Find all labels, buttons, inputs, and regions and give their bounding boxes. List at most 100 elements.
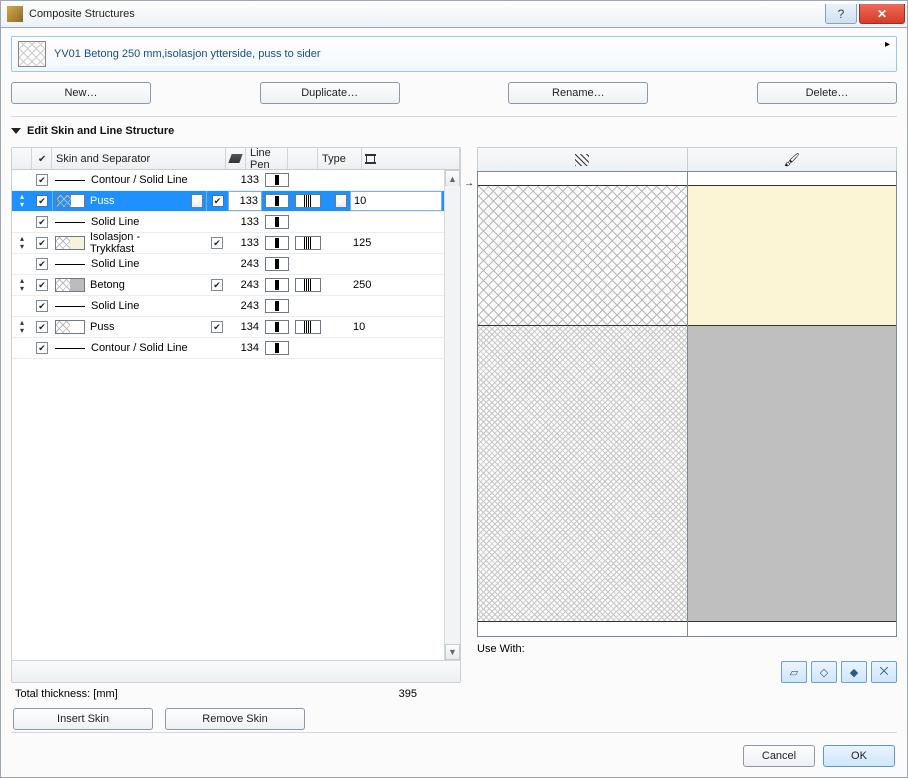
use-with-shell[interactable]: ⨉ (871, 661, 897, 683)
pen-swatch[interactable] (265, 299, 289, 313)
reorder-handle-icon[interactable] (18, 319, 26, 335)
delete-button[interactable]: Delete… (757, 82, 897, 104)
use-with-roof[interactable]: ◆ (841, 661, 867, 683)
line-name: Solid Line (88, 254, 206, 274)
core-checkbox[interactable]: ✔ (211, 279, 223, 291)
thickness-header-icon (366, 154, 375, 164)
pen-value[interactable]: 243 (228, 296, 262, 316)
row-checkbox[interactable]: ✔ (36, 258, 48, 270)
core-checkbox[interactable]: ✔ (211, 321, 223, 333)
type-swatch[interactable] (295, 236, 321, 250)
row-checkbox[interactable]: ✔ (36, 216, 48, 228)
fill-swatch[interactable] (56, 194, 85, 208)
section-header[interactable]: Edit Skin and Line Structure (11, 125, 897, 137)
app-icon (7, 6, 23, 22)
pen-swatch[interactable] (265, 341, 289, 355)
reorder-handle-icon[interactable] (18, 193, 26, 209)
pen-value[interactable]: 243 (228, 275, 262, 295)
disclosure-triangle-icon (11, 128, 21, 134)
fill-swatch[interactable] (55, 236, 85, 250)
composite-selector[interactable]: YV01 Betong 250 mm,isolasjon ytterside, … (11, 36, 897, 72)
reorder-handle-icon[interactable] (18, 277, 26, 293)
col-type[interactable]: Type (318, 148, 362, 169)
pen-swatch[interactable] (265, 320, 289, 334)
use-with-slab[interactable]: ◇ (811, 661, 837, 683)
pen-swatch[interactable] (265, 278, 289, 292)
type-swatch[interactable] (295, 278, 321, 292)
table-row[interactable]: ✔ Contour / Solid Line 134 (12, 338, 460, 359)
fill-popup-button[interactable]: ▸ (191, 194, 203, 208)
skin-name: Isolasjon - Trykkfast (88, 233, 188, 253)
dialog-body: YV01 Betong 250 mm,isolasjon ytterside, … (0, 28, 908, 778)
row-checkbox[interactable]: ✔ (36, 342, 48, 354)
line-sample-icon (55, 222, 85, 223)
action-button-row: New… Duplicate… Rename… Delete… (11, 82, 897, 104)
col-skin-separator[interactable]: Skin and Separator (52, 148, 226, 169)
table-row[interactable]: ✔ Isolasjon - Trykkfast ✔ 133 125 (12, 233, 460, 254)
table-row[interactable]: ✔ Puss ✔ 134 10 (12, 317, 460, 338)
table-row[interactable]: ✔Betong✔243250 (12, 275, 460, 296)
help-button[interactable] (825, 4, 857, 24)
composite-swatch-icon (18, 41, 46, 67)
row-checkbox[interactable]: ✔ (36, 300, 48, 312)
col-line-pen[interactable]: Line Pen (246, 148, 288, 169)
vertical-scrollbar[interactable]: ▲ ▼ (444, 170, 460, 660)
fill-swatch[interactable] (55, 278, 85, 292)
thickness-value[interactable]: 250 (350, 275, 444, 295)
duplicate-button[interactable]: Duplicate… (260, 82, 400, 104)
thickness-value[interactable]: 125 (350, 233, 444, 253)
thickness-value[interactable]: 10 (350, 191, 442, 211)
pen-value[interactable]: 243 (228, 254, 262, 274)
line-name: Contour / Solid Line (88, 170, 206, 190)
pen-value[interactable]: 133 (228, 233, 262, 253)
row-checkbox[interactable]: ✔ (36, 279, 48, 291)
checkbox-header-icon (36, 153, 46, 165)
fill-swatch[interactable] (55, 320, 85, 334)
core-checkbox[interactable]: ✔ (211, 237, 223, 249)
type-swatch[interactable] (295, 194, 321, 208)
cancel-button[interactable]: Cancel (743, 745, 815, 767)
row-checkbox[interactable]: ✔ (36, 237, 48, 249)
thickness-value[interactable]: 10 (350, 317, 444, 337)
line-name: Contour / Solid Line (88, 338, 206, 358)
row-checkbox[interactable]: ✔ (36, 195, 48, 207)
use-with-wall[interactable]: ▱ (781, 661, 807, 683)
pen-swatch[interactable] (265, 173, 289, 187)
composite-name: YV01 Betong 250 mm,isolasjon ytterside, … (54, 48, 321, 60)
line-sample-icon (55, 180, 85, 181)
skin-name: Puss (88, 317, 188, 337)
pen-swatch[interactable] (265, 194, 289, 208)
table-row[interactable]: ✔Solid Line243 (12, 296, 460, 317)
pen-value[interactable]: 134 (228, 338, 262, 358)
pen-swatch[interactable] (265, 215, 289, 229)
type-popup-button[interactable]: ▸ (335, 194, 347, 208)
pen-swatch[interactable] (265, 257, 289, 271)
reorder-handle-icon[interactable] (18, 235, 26, 251)
line-name: Solid Line (88, 212, 206, 232)
pen-value[interactable]: 133 (228, 212, 262, 232)
section-title: Edit Skin and Line Structure (27, 125, 174, 137)
ok-button[interactable]: OK (823, 745, 895, 767)
table-row[interactable]: ✔ Solid Line 243 (12, 254, 460, 275)
core-checkbox[interactable]: ✔ (212, 195, 224, 207)
row-checkbox[interactable]: ✔ (36, 321, 48, 333)
scroll-down-button[interactable]: ▼ (445, 644, 460, 660)
insert-skin-button[interactable]: Insert Skin (13, 708, 153, 730)
preview-tab-hatch[interactable] (477, 147, 688, 171)
close-button[interactable] (859, 4, 905, 24)
remove-skin-button[interactable]: Remove Skin (165, 708, 305, 730)
pen-value[interactable]: 133 (228, 170, 262, 190)
preview-tab-surface[interactable]: 🖌 (688, 147, 898, 171)
row-checkbox[interactable]: ✔ (36, 174, 48, 186)
table-row[interactable]: ✔ Solid Line 133 (12, 212, 460, 233)
pen-value[interactable]: 133 (228, 191, 262, 211)
type-swatch[interactable] (295, 320, 321, 334)
pen-value[interactable]: 134 (228, 317, 262, 337)
scroll-up-button[interactable]: ▲ (445, 170, 460, 186)
pen-swatch[interactable] (265, 236, 289, 250)
preview-panel: 🖌 → Use With: (477, 147, 897, 683)
table-row[interactable]: ✔Puss▸✔133▸10 (12, 191, 460, 212)
rename-button[interactable]: Rename… (508, 82, 648, 104)
new-button[interactable]: New… (11, 82, 151, 104)
table-row[interactable]: ✔ Contour / Solid Line 133 (12, 170, 460, 191)
